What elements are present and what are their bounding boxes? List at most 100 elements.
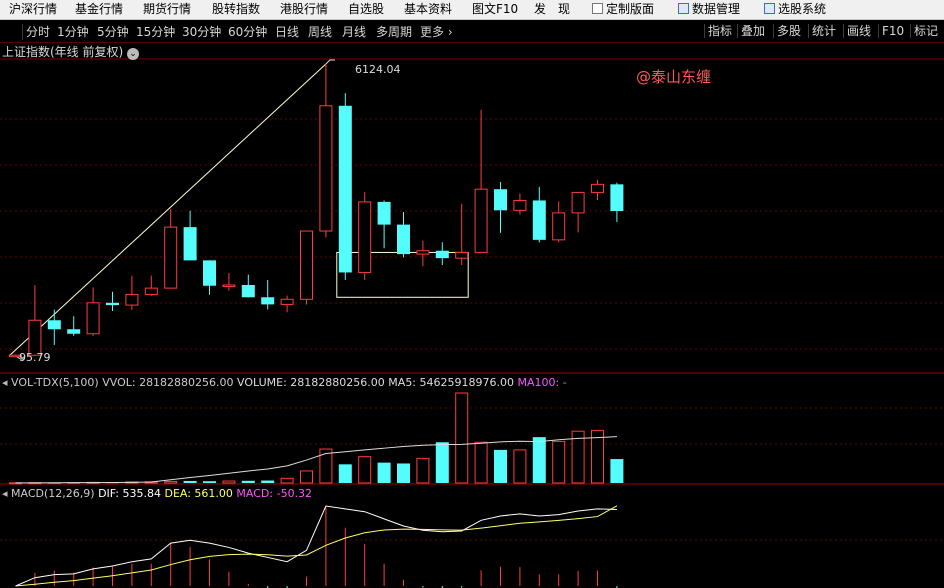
candle-body-down <box>435 250 449 259</box>
chevron-down-icon[interactable]: ⌄ <box>127 48 140 60</box>
volume-bar-up <box>513 449 527 484</box>
candle <box>203 260 216 295</box>
macd-dif-value: DIF: 535.84 <box>98 487 161 500</box>
annotation-layer <box>8 59 469 360</box>
candle-body-down <box>67 329 81 334</box>
candle-body-up <box>222 284 236 287</box>
vol-panel-header: ◂ VOL-TDX(5,100) VVOL: 28182880256.00 VO… <box>2 376 567 389</box>
candle <box>280 295 294 313</box>
grid-layer <box>0 58 944 541</box>
candle <box>397 212 410 258</box>
candle-body-up <box>28 319 42 356</box>
main-chart-title[interactable]: 上证指数(年线 前复权) ⌄ <box>2 45 140 60</box>
vol-ma5-value: MA5: 54625918976.00 <box>388 376 514 389</box>
candle-body-down <box>47 320 61 330</box>
volume-bar-down <box>377 462 391 483</box>
macd-panel-header: ◂ MACD(12,26,9) DIF: 535.84 DEA: 561.00 … <box>2 487 312 500</box>
volume-bar-up <box>474 441 488 484</box>
candle <box>416 240 430 267</box>
candle-body-down <box>261 297 275 305</box>
vol-vvol-value: VVOL: 28182880256.00 <box>102 376 234 389</box>
volume-bar-down <box>338 464 352 483</box>
candle-body-up <box>591 183 604 193</box>
candle-body-down <box>397 224 410 255</box>
candle-body-down <box>494 189 507 211</box>
candle-body-up <box>571 191 585 214</box>
volume-bar-down <box>183 480 197 483</box>
candle <box>377 200 391 249</box>
candle-body-up <box>358 201 372 273</box>
candle <box>474 109 488 253</box>
macd-indicator-name[interactable]: MACD(12,26,9) <box>11 487 95 500</box>
macd-dea-line <box>15 505 618 587</box>
candle-body-down <box>183 227 197 261</box>
candle <box>532 186 546 243</box>
high-price-pointer <box>325 59 335 65</box>
trend-line <box>8 63 327 357</box>
vol-ma100-value: MA100: - <box>517 376 567 389</box>
candle <box>125 275 139 310</box>
macd-series <box>15 505 618 588</box>
candle <box>164 209 178 289</box>
candle-body-down <box>203 260 216 286</box>
volume-bar-up <box>222 480 236 484</box>
candle <box>358 192 372 280</box>
vol-indicator-name[interactable]: VOL-TDX(5,100) <box>11 376 99 389</box>
consolidation-box <box>336 251 469 298</box>
candle-body-down <box>532 200 546 240</box>
candle-body-up <box>513 199 527 211</box>
volume-bar-up <box>358 456 372 484</box>
vol-indicator-icon: ◂ <box>2 376 8 389</box>
high-price-label: 6124.04 <box>355 63 401 76</box>
macd-dea-value: DEA: 561.00 <box>164 487 233 500</box>
low-price-label: 95.79 <box>19 351 51 364</box>
candle-body-up <box>86 302 100 335</box>
candle-body-down <box>377 201 391 225</box>
volume-bar-down <box>610 459 624 483</box>
candle <box>300 230 313 305</box>
candle-body-up <box>144 287 158 295</box>
volume-series <box>9 392 624 485</box>
candle <box>610 182 624 222</box>
candle-body-up <box>319 105 333 232</box>
watermark-text: @泰山东缠 <box>636 68 712 86</box>
candle-body-up <box>552 212 566 241</box>
volume-bar-down <box>397 463 410 483</box>
candle <box>86 287 100 336</box>
candle <box>241 274 255 298</box>
candlestick-series <box>9 64 624 358</box>
candle <box>494 182 507 233</box>
candle <box>435 242 449 266</box>
candle <box>47 309 61 345</box>
candle <box>28 285 42 356</box>
volume-bar-up <box>455 392 469 484</box>
volume-bar-up <box>552 440 566 484</box>
main-chart-title-text: 上证指数(年线 前复权) <box>2 45 124 59</box>
candle <box>261 280 275 310</box>
macd-indicator-icon: ◂ <box>2 487 8 500</box>
candle-body-up <box>300 230 313 300</box>
candle <box>455 203 469 266</box>
volume-bar-down <box>494 449 507 483</box>
candle-body-down <box>106 302 119 306</box>
candle-body-up <box>164 226 178 289</box>
candle <box>591 179 604 201</box>
vol-volume-value: VOLUME: 28182880256.00 <box>237 376 385 389</box>
volume-bar-down <box>241 480 255 483</box>
volume-bar-down <box>435 442 449 483</box>
candle-body-up <box>280 298 294 305</box>
candle-body-down <box>610 184 624 212</box>
macd-hist-value: MACD: -50.32 <box>236 487 313 500</box>
candle <box>338 93 352 280</box>
volume-bar-up <box>300 470 313 484</box>
volume-bar-up <box>164 480 178 484</box>
candle <box>144 275 158 296</box>
candle <box>67 316 81 336</box>
volume-bar-up <box>319 448 333 484</box>
volume-bar-down <box>532 437 546 483</box>
candle-body-up <box>416 250 430 255</box>
candle <box>106 291 119 311</box>
candle-body-up <box>125 293 139 306</box>
candle <box>571 191 585 233</box>
candle-body-down <box>338 105 352 273</box>
